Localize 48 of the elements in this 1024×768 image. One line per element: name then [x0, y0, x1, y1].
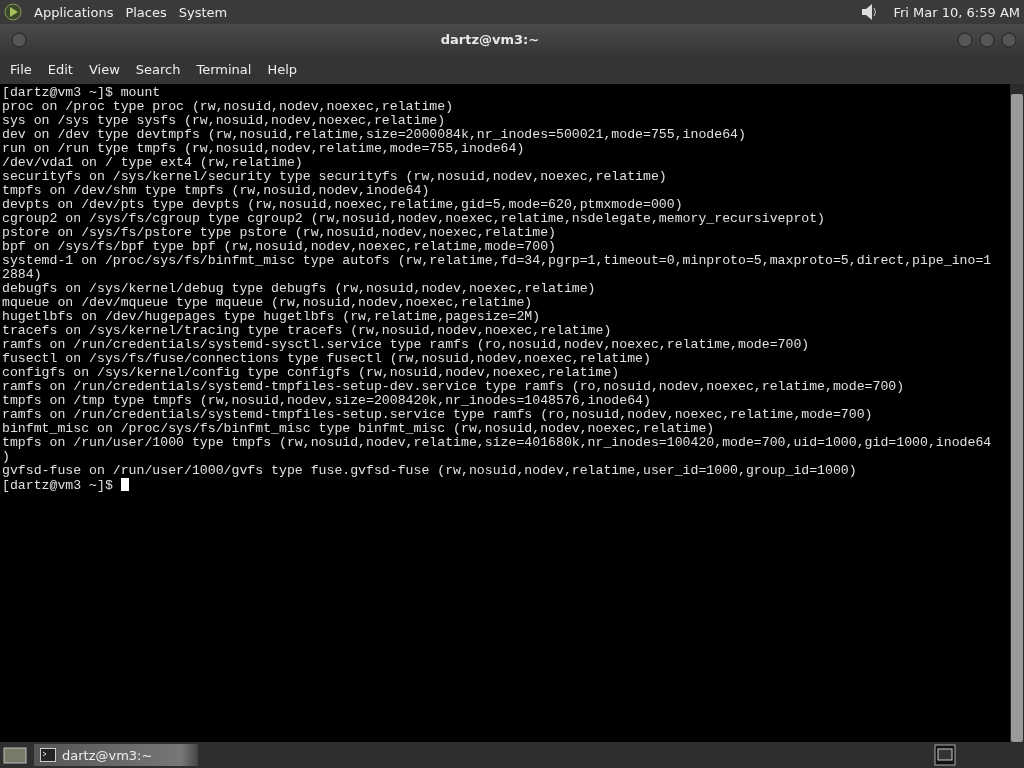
terminal-line: sys on /sys type sysfs (rw,nosuid,nodev,noexec,relatime)	[2, 114, 447, 128]
terminal-line: tmpfs on /tmp type tmpfs (rw,nosuid,nodev,size=2008420k,nr_inodes=1048576,inode64)	[2, 394, 652, 408]
panel-menu[interactable]: Applications	[34, 4, 114, 20]
clock[interactable]: Fri Mar 10, 6:59 AM	[893, 4, 1020, 20]
terminal-line: tracefs on /sys/kernel/tracing type tracefs (rw,nosuid,nodev,noexec,relatime)	[2, 324, 613, 338]
terminal-line: ramfs on /run/credentials/systemd-tmpfiles-setup.service type ramfs (ro,nosuid,nodev,noexec,relatime,mode=700)	[2, 408, 874, 422]
window-title: dartz@vm3:~	[439, 32, 541, 47]
terminal-line: securityfs on /sys/kernel/security type securityfs (rw,nosuid,nodev,noexec,relatime)	[2, 170, 668, 184]
cursor	[120, 478, 129, 491]
terminal-line: binfmt_misc on /proc/sys/fs/binfmt_misc type binfmt_misc (rw,nosuid,nodev,noexec,relatime)	[2, 422, 716, 436]
workspace-icon[interactable]	[934, 744, 956, 766]
terminal-line: /dev/vda1 on / type ext4 (rw,relatime)	[2, 156, 304, 170]
terminal-line: [dartz@vm3 ~]$ mount	[2, 86, 162, 100]
terminal-line: proc on /proc type proc (rw,nosuid,nodev,noexec,relatime)	[2, 100, 455, 114]
menu-item[interactable]: File	[2, 62, 40, 77]
terminal-line: debugfs on /sys/kernel/debug type debugfs (rw,nosuid,nodev,noexec,relatime)	[2, 282, 597, 296]
terminal-line: cgroup2 on /sys/fs/cgroup type cgroup2 (rw,nosuid,nodev,noexec,relatime,nsdelegate,memory_recursiveprot)	[2, 212, 827, 226]
terminal-line: mqueue on /dev/mqueue type mqueue (rw,nosuid,nodev,noexec,relatime)	[2, 296, 534, 310]
menu-item[interactable]: Search	[127, 62, 189, 77]
terminal-line: ramfs on /run/credentials/systemd-tmpfiles-setup-dev.service type ramfs (ro,nosuid,nodev,noexec,relatime,mode=700)	[2, 380, 906, 394]
menu-item[interactable]: Terminal	[188, 62, 260, 77]
menu-item[interactable]: Edit	[39, 62, 81, 77]
terminal-line: systemd-1 on /proc/sys/fs/binfmt_misc type autofs (rw,relatime,fd=34,pgrp=1,timeout=0,minproto=5,maxproto=5,direct,pipe_ino=1	[2, 254, 993, 268]
scrollbar[interactable]	[1010, 84, 1024, 742]
terminal-line: )	[2, 450, 11, 464]
terminal-line: tmpfs on /dev/shm type tmpfs (rw,nosuid,nodev,inode64)	[2, 184, 431, 198]
desktop-icon[interactable]	[2, 744, 28, 766]
menu-item[interactable]: Help	[259, 62, 306, 77]
menu-item[interactable]: View	[80, 62, 128, 77]
terminal-line: dev on /dev type devtmpfs (rw,nosuid,relatime,size=2000084k,nr_inodes=500021,mode=755,inode64)	[2, 128, 747, 142]
terminal-line: fusectl on /sys/fs/fuse/connections type fusectl (rw,nosuid,nodev,noexec,relatime)	[2, 352, 652, 366]
scroll-thumb[interactable]	[1011, 94, 1023, 742]
taskbar-button[interactable]: dartz@vm3:~	[34, 744, 198, 766]
terminal-line: tmpfs on /run/user/1000 type tmpfs (rw,nosuid,nodev,relatime,size=401680k,nr_inodes=100420,mode=700,uid=1000,gid=1000,inode64	[2, 436, 993, 450]
terminal-line: hugetlbfs on /dev/hugepages type hugetlbfs (rw,relatime,pagesize=2M)	[2, 310, 542, 324]
terminal-line: configfs on /sys/kernel/config type configfs (rw,nosuid,nodev,noexec,relatime)	[2, 366, 621, 380]
terminal-line: devpts on /dev/pts type devpts (rw,nosuid,noexec,relatime,gid=5,mode=620,ptmxmode=000)	[2, 198, 684, 212]
play-logo-icon[interactable]	[4, 3, 22, 21]
terminal-line: 2884)	[2, 268, 43, 282]
terminal-line: gvfsd-fuse on /run/user/1000/gvfs type fuse.gvfsd-fuse (rw,nosuid,nodev,relatime,user_id=1000,group_id=1000)	[2, 464, 858, 478]
terminal-line: ramfs on /run/credentials/systemd-sysctl.service type ramfs (ro,nosuid,nodev,noexec,relatime,mode=700)	[2, 338, 811, 352]
terminal-line: run on /run type tmpfs (rw,nosuid,nodev,relatime,mode=755,inode64)	[2, 142, 526, 156]
terminal-line: pstore on /sys/fs/pstore type pstore (rw,nosuid,nodev,noexec,relatime)	[2, 226, 557, 240]
terminal-icon	[40, 748, 56, 762]
panel-menu[interactable]: Places	[125, 4, 167, 20]
terminal-line: bpf on /sys/fs/bpf type bpf (rw,nosuid,nodev,noexec,relatime,mode=700)	[2, 240, 557, 254]
prompt: [dartz@vm3 ~]$	[2, 478, 113, 493]
panel-menu[interactable]: System	[178, 4, 228, 20]
